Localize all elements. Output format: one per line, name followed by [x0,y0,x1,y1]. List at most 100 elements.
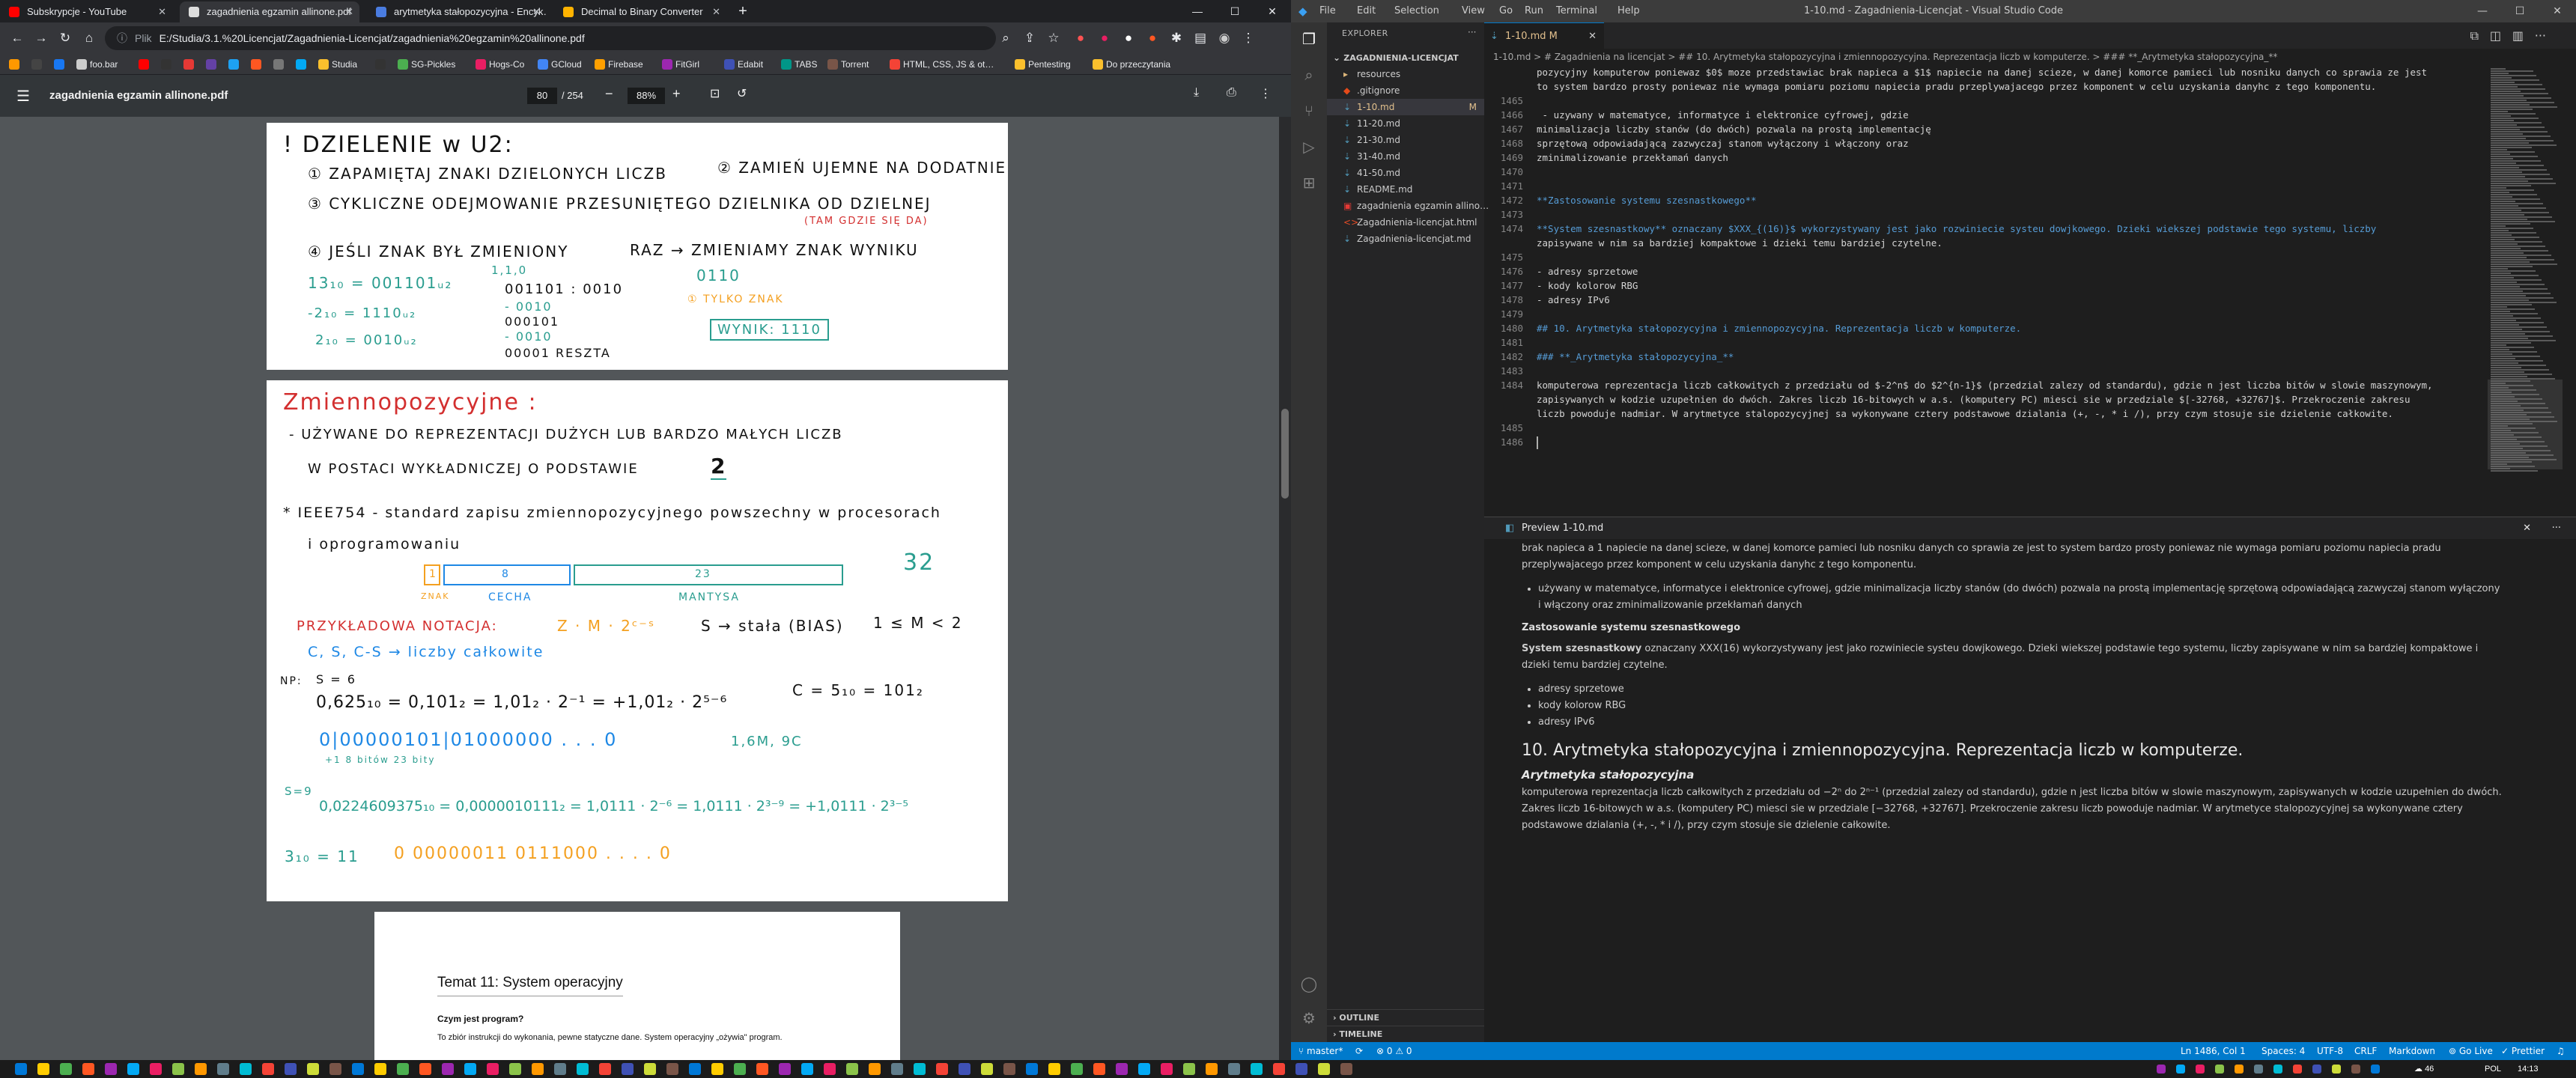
layout-icon[interactable]: ▥ [2512,28,2524,43]
go-live-button[interactable]: ⊚ Go Live [2449,1042,2493,1060]
taskbar-app-icon[interactable] [1161,1063,1173,1075]
line-ending[interactable]: CRLF [2354,1042,2377,1060]
taskbar-app-icon[interactable] [262,1063,274,1075]
menu-run[interactable]: Run [1525,0,1543,22]
tray-icon[interactable] [2273,1065,2282,1074]
indentation[interactable]: Spaces: 4 [2261,1042,2305,1060]
taskbar-app-icon[interactable] [374,1063,386,1075]
tray-icon[interactable] [2196,1065,2205,1074]
rotate-icon[interactable]: ↺ [737,86,747,101]
extension-icon[interactable]: ● [1119,28,1138,48]
bookmark-item[interactable] [249,54,264,75]
bookmark-item[interactable] [294,54,309,75]
bookmark-item[interactable] [227,54,242,75]
taskbar-app-icon[interactable] [846,1063,858,1075]
branch-indicator[interactable]: ⑂ master* [1298,1042,1343,1060]
taskbar-app-icon[interactable] [82,1063,94,1075]
extensions-puzzle-icon[interactable]: ✱ [1167,28,1186,48]
reload-icon[interactable]: ↻ [55,28,75,48]
page-number-input[interactable]: 80 [527,88,557,104]
language-mode[interactable]: Markdown [2389,1042,2435,1060]
taskbar-app-icon[interactable] [1116,1063,1128,1075]
taskbar-app-icon[interactable] [15,1063,27,1075]
taskbar-app-icon[interactable] [1026,1063,1038,1075]
tray-icon[interactable] [2312,1065,2321,1074]
taskbar-app-icon[interactable] [756,1063,768,1075]
bookmark-item[interactable]: FitGirl [660,54,699,75]
taskbar-app-icon[interactable] [599,1063,611,1075]
extension-icon[interactable]: ● [1143,28,1162,48]
explorer-item[interactable]: ⇣ Zagadnienia-licencjat.md [1327,231,1484,247]
settings-gear-icon[interactable]: ⚙ [1298,1008,1319,1029]
bookmark-item[interactable]: Do przeczytania [1091,54,1170,75]
share-icon[interactable]: ⇪ [1020,28,1039,48]
editor-tab-1-10[interactable]: ⇣ 1-10.md M ✕ [1484,22,1604,49]
address-bar[interactable]: ⓘ Plik E:/Studia/3.1.%20Licencjat/Zagadnie… [105,26,996,50]
new-tab-button[interactable]: + [732,1,753,22]
taskbar-app-icon[interactable] [1206,1063,1218,1075]
taskbar-app-icon[interactable] [891,1063,903,1075]
pdf-scrollbar[interactable] [1279,117,1291,1060]
taskbar-app-icon[interactable] [487,1063,499,1075]
breadcrumb[interactable]: 1-10.md > # Zagadnienia na licencjat > #… [1484,49,2576,65]
fit-page-icon[interactable]: ⊡ [710,86,720,101]
close-icon[interactable]: ✕ [1588,23,1597,49]
markdown-preview[interactable]: brak napieca a 1 napiecie na danej sciez… [1484,539,2576,1042]
menu-selection[interactable]: Selection [1394,0,1439,22]
explorer-item[interactable]: ⇣ 41-50.md [1327,165,1484,181]
scrollbar-thumb[interactable] [1281,409,1289,499]
cursor-position[interactable]: Ln 1486, Col 1 [2181,1042,2246,1060]
tray-icon[interactable] [2254,1065,2263,1074]
bookmark-item[interactable]: Torrent [826,54,869,75]
maximize-button[interactable]: ☐ [2501,0,2539,22]
sync-icon[interactable]: ⟳ [1355,1042,1363,1060]
explorer-item[interactable]: ▣ zagadnienia egzamin allino… [1327,198,1489,214]
tray-icon[interactable] [2332,1065,2341,1074]
taskbar-app-icon[interactable] [329,1063,341,1075]
zoom-icon[interactable]: ⌕ [996,28,1015,48]
taskbar-app-icon[interactable] [1048,1063,1060,1075]
tray-icon[interactable] [2157,1065,2166,1074]
tab-youtube[interactable]: Subskrypcje - YouTube ✕ [0,1,172,22]
weather-icon[interactable]: ☁ 46 [2414,1060,2434,1078]
taskbar-app-icon[interactable] [1318,1063,1330,1075]
menu-help[interactable]: Help [1617,0,1640,22]
minimap[interactable] [2488,65,2563,517]
taskbar-app-icon[interactable] [37,1063,49,1075]
taskbar-app-icon[interactable] [869,1063,881,1075]
home-icon[interactable]: ⌂ [79,28,99,48]
taskbar-app-icon[interactable] [959,1063,970,1075]
forward-icon[interactable]: → [31,28,51,48]
bookmark-item[interactable]: Hogs-Co [474,54,524,75]
close-icon[interactable]: ✕ [532,1,541,22]
taskbar-app-icon[interactable] [666,1063,678,1075]
taskbar-app-icon[interactable] [150,1063,162,1075]
tab-converter[interactable]: Decimal to Binary Converter ✕ [554,1,726,22]
taskbar-app-icon[interactable] [442,1063,454,1075]
taskbar-app-icon[interactable] [240,1063,252,1075]
maximize-button[interactable]: ☐ [1216,0,1254,22]
tray-icon[interactable] [2215,1065,2224,1074]
more-actions-icon[interactable]: ··· [2552,517,2561,540]
taskbar-app-icon[interactable] [464,1063,476,1075]
taskbar-app-icon[interactable] [217,1063,229,1075]
bookmark-item[interactable]: foo.bar [75,54,118,75]
taskbar-app-icon[interactable] [419,1063,431,1075]
taskbar-app-icon[interactable] [1340,1063,1352,1075]
taskbar-app-icon[interactable] [644,1063,656,1075]
bookmark-item[interactable] [204,54,219,75]
minimap-slider[interactable] [2488,380,2563,469]
taskbar-app-icon[interactable] [1138,1063,1150,1075]
taskbar-app-icon[interactable] [352,1063,364,1075]
taskbar-app-icon[interactable] [801,1063,813,1075]
explorer-item[interactable]: ⇣ README.md [1327,181,1484,198]
bookmark-item[interactable] [52,54,67,75]
close-window-button[interactable]: ✕ [1254,0,1291,22]
taskbar-app-icon[interactable] [981,1063,993,1075]
avatar[interactable]: ◉ [1215,28,1234,48]
taskbar-app-icon[interactable] [824,1063,836,1075]
taskbar-app-icon[interactable] [195,1063,207,1075]
taskbar-app-icon[interactable] [1295,1063,1307,1075]
search-icon[interactable]: ⌕ [1298,64,1319,85]
taskbar-app-icon[interactable] [127,1063,139,1075]
